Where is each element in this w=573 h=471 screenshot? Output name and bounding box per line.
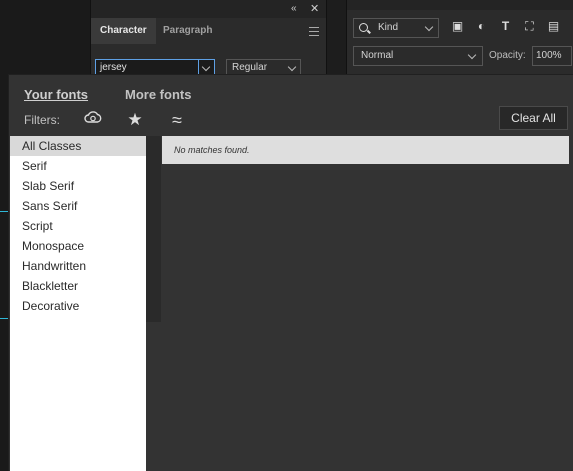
chevron-down-icon — [201, 62, 211, 72]
panel-title-bar: « ✕ — [91, 0, 326, 18]
list-item[interactable]: Monospace — [10, 236, 146, 256]
font-style-value: Regular — [232, 62, 268, 73]
close-panel-icon[interactable]: ✕ — [310, 3, 319, 15]
list-item[interactable]: Sans Serif — [10, 196, 146, 216]
font-results-list: No matches found. — [162, 136, 569, 164]
filters-label: Filters: — [24, 113, 60, 127]
search-icon — [359, 23, 368, 32]
chevron-down-icon — [287, 62, 297, 72]
font-filter-popup: Your fonts More fonts Filters: ★ ≈ Clear… — [9, 75, 573, 471]
panel-tabs: Character Paragraph — [91, 18, 326, 44]
tab-character[interactable]: Character — [91, 18, 156, 44]
list-item[interactable]: All Classes — [10, 136, 146, 156]
opacity-input[interactable]: 100% — [532, 46, 572, 66]
guide-line — [0, 318, 8, 319]
shape-icon[interactable]: ⛶ — [523, 20, 536, 33]
tab-paragraph[interactable]: Paragraph — [154, 18, 221, 44]
chevron-down-icon — [467, 50, 477, 60]
clear-all-button[interactable]: Clear All — [499, 106, 568, 130]
panel-title-bar — [347, 0, 573, 10]
font-class-list: All Classes Serif Slab Serif Sans Serif … — [10, 136, 146, 471]
list-item[interactable]: Decorative — [10, 296, 146, 316]
more-fonts-link[interactable]: More fonts — [125, 87, 191, 103]
blend-mode-select[interactable]: Normal — [353, 46, 483, 66]
collapse-panel-icon[interactable]: « — [291, 3, 297, 15]
list-item[interactable]: Script — [10, 216, 146, 236]
list-item[interactable]: Slab Serif — [10, 176, 146, 196]
image-icon[interactable]: ▣ — [451, 20, 464, 33]
list-item[interactable]: Handwritten — [10, 256, 146, 276]
star-icon[interactable]: ★ — [124, 110, 146, 130]
opacity-label: Opacity: — [489, 50, 526, 61]
smart-object-icon[interactable]: ▤ — [547, 20, 560, 33]
creative-cloud-icon[interactable] — [82, 110, 104, 130]
layers-panel: Kind ▣ ◐ T ⛶ ▤ Normal Opacity: 100% — [346, 0, 573, 80]
filter-kind-select[interactable]: Kind — [353, 18, 439, 38]
list-item[interactable]: Serif — [10, 156, 146, 176]
blend-mode-value: Normal — [361, 50, 394, 61]
no-matches-message: No matches found. — [174, 145, 250, 155]
filter-kind-value: Kind — [378, 22, 399, 33]
chevron-down-icon — [424, 22, 434, 32]
list-item[interactable]: Blackletter — [10, 276, 146, 296]
adjustment-icon[interactable]: ◐ — [475, 20, 488, 33]
your-fonts-link[interactable]: Your fonts — [24, 87, 88, 103]
guide-line — [0, 211, 8, 212]
scrollbar[interactable] — [146, 136, 161, 322]
type-icon[interactable]: T — [499, 20, 512, 33]
similar-icon[interactable]: ≈ — [166, 110, 188, 130]
panel-menu-icon[interactable] — [309, 27, 319, 36]
